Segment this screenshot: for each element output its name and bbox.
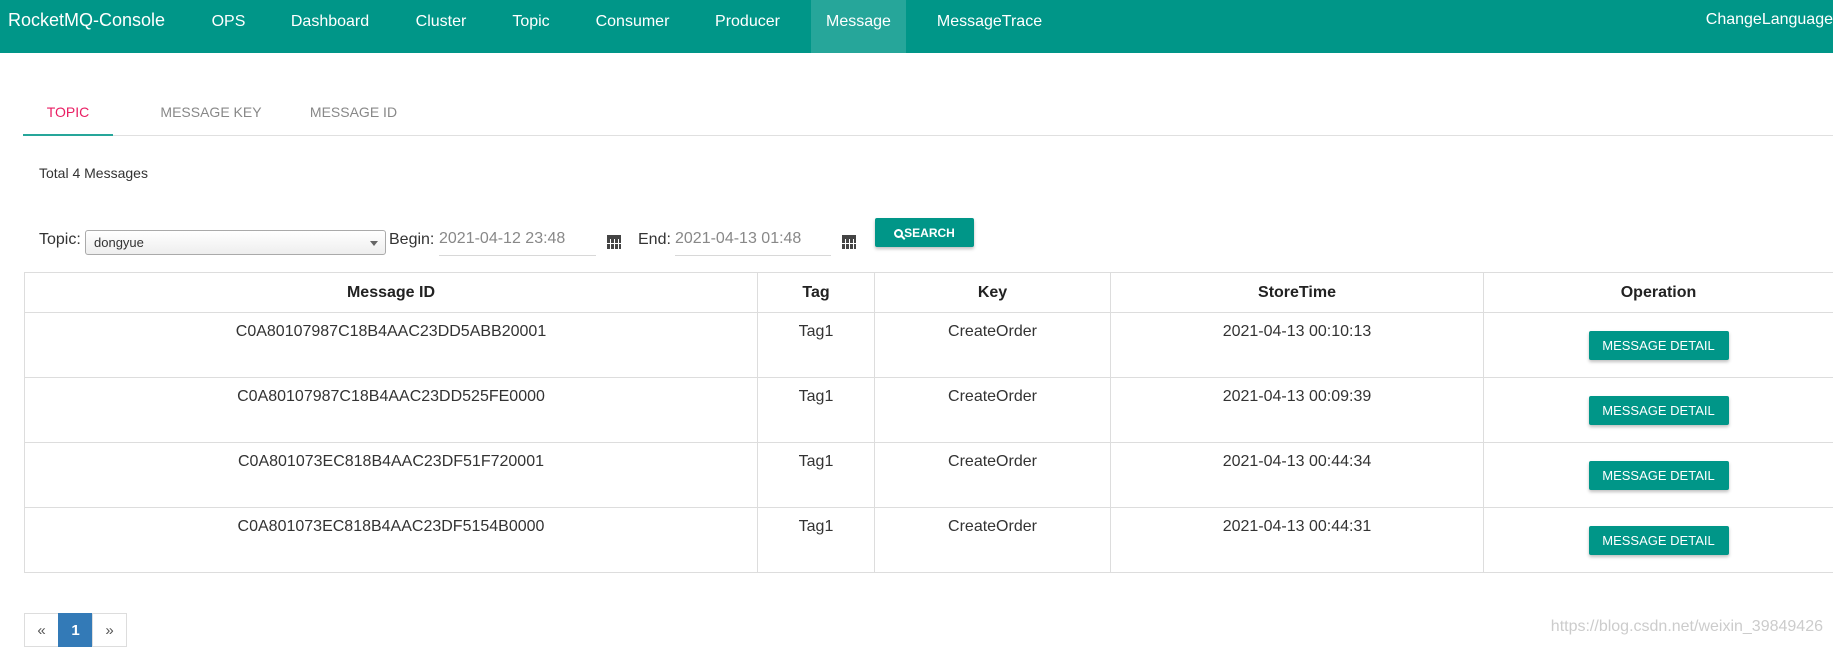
- message-detail-button[interactable]: MESSAGE DETAIL: [1589, 331, 1729, 360]
- topic-select[interactable]: dongyue: [85, 230, 386, 255]
- column-header-message-id: Message ID: [25, 273, 758, 313]
- cell-storetime: 2021-04-13 00:44:31: [1111, 508, 1484, 573]
- cell-tag: Tag1: [758, 378, 875, 443]
- cell-tag: Tag1: [758, 443, 875, 508]
- total-messages-count: Total 4 Messages: [39, 165, 148, 181]
- cell-operation: MESSAGE DETAIL: [1484, 378, 1833, 443]
- top-navbar: RocketMQ-Console OPS Dashboard Cluster T…: [0, 0, 1833, 53]
- search-icon: [894, 229, 903, 238]
- column-header-storetime: StoreTime: [1111, 273, 1484, 313]
- cell-storetime: 2021-04-13 00:44:34: [1111, 443, 1484, 508]
- pagination-next-button[interactable]: »: [92, 613, 127, 647]
- watermark-text: https://blog.csdn.net/weixin_39849426: [1551, 618, 1823, 636]
- column-header-operation: Operation: [1484, 273, 1833, 313]
- cell-message-id: C0A801073EC818B4AAC23DF51F720001: [25, 443, 758, 508]
- pagination-page-button[interactable]: 1: [58, 613, 93, 647]
- tab-message-id[interactable]: MESSAGE ID: [286, 88, 421, 136]
- table-row: C0A801073EC818B4AAC23DF5154B0000 Tag1 Cr…: [25, 508, 1833, 573]
- cell-key: CreateOrder: [875, 378, 1111, 443]
- nav-cluster[interactable]: Cluster: [400, 0, 482, 53]
- begin-date-input[interactable]: 2021-04-12 23:48: [439, 226, 596, 256]
- cell-key: CreateOrder: [875, 508, 1111, 573]
- column-header-tag: Tag: [758, 273, 875, 313]
- cell-operation: MESSAGE DETAIL: [1484, 443, 1833, 508]
- table-row: C0A80107987C18B4AAC23DD525FE0000 Tag1 Cr…: [25, 378, 1833, 443]
- topic-select-value: dongyue: [94, 235, 144, 250]
- cell-tag: Tag1: [758, 313, 875, 378]
- nav-message[interactable]: Message: [811, 0, 906, 53]
- tab-message-key[interactable]: MESSAGE KEY: [136, 88, 286, 136]
- brand-logo[interactable]: RocketMQ-Console: [8, 10, 165, 31]
- nav-producer[interactable]: Producer: [705, 0, 790, 53]
- cell-tag: Tag1: [758, 508, 875, 573]
- chevron-down-icon: [370, 241, 378, 246]
- search-button-label: SEARCH: [904, 226, 955, 240]
- end-label: End:: [638, 231, 671, 249]
- message-detail-button[interactable]: MESSAGE DETAIL: [1589, 396, 1729, 425]
- tab-topic[interactable]: TOPIC: [23, 88, 113, 136]
- table-header-row: Message ID Tag Key StoreTime Operation: [25, 273, 1833, 313]
- cell-key: CreateOrder: [875, 443, 1111, 508]
- cell-storetime: 2021-04-13 00:10:13: [1111, 313, 1484, 378]
- pagination-prev-button[interactable]: «: [24, 613, 59, 647]
- nav-ops[interactable]: OPS: [205, 0, 252, 53]
- cell-storetime: 2021-04-13 00:09:39: [1111, 378, 1484, 443]
- nav-consumer[interactable]: Consumer: [585, 0, 680, 53]
- calendar-icon[interactable]: [842, 235, 856, 249]
- nav-messagetrace[interactable]: MessageTrace: [922, 0, 1057, 53]
- search-mode-tabs: TOPIC MESSAGE KEY MESSAGE ID: [23, 88, 1833, 136]
- change-language-button[interactable]: ChangeLanguage: [1706, 11, 1833, 29]
- message-detail-button[interactable]: MESSAGE DETAIL: [1589, 461, 1729, 490]
- topic-label: Topic:: [39, 231, 81, 249]
- cell-message-id: C0A801073EC818B4AAC23DF5154B0000: [25, 508, 758, 573]
- table-row: C0A801073EC818B4AAC23DF51F720001 Tag1 Cr…: [25, 443, 1833, 508]
- cell-operation: MESSAGE DETAIL: [1484, 313, 1833, 378]
- begin-label: Begin:: [389, 231, 434, 249]
- cell-message-id: C0A80107987C18B4AAC23DD5ABB20001: [25, 313, 758, 378]
- message-detail-button[interactable]: MESSAGE DETAIL: [1589, 526, 1729, 555]
- nav-dashboard[interactable]: Dashboard: [276, 0, 384, 53]
- cell-key: CreateOrder: [875, 313, 1111, 378]
- messages-table: Message ID Tag Key StoreTime Operation C…: [24, 272, 1833, 573]
- cell-message-id: C0A80107987C18B4AAC23DD525FE0000: [25, 378, 758, 443]
- calendar-icon[interactable]: [607, 235, 621, 249]
- table-row: C0A80107987C18B4AAC23DD5ABB20001 Tag1 Cr…: [25, 313, 1833, 378]
- nav-topic[interactable]: Topic: [500, 0, 562, 53]
- cell-operation: MESSAGE DETAIL: [1484, 508, 1833, 573]
- column-header-key: Key: [875, 273, 1111, 313]
- search-button[interactable]: SEARCH: [875, 218, 974, 247]
- end-date-input[interactable]: 2021-04-13 01:48: [675, 226, 831, 256]
